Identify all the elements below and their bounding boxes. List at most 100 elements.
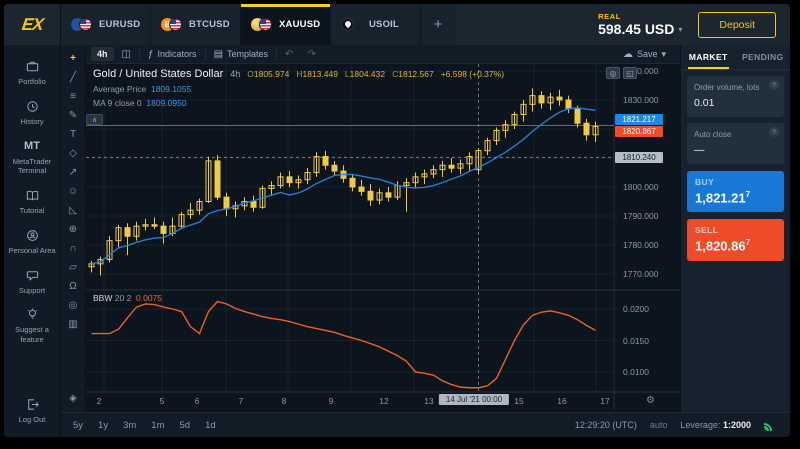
zoom-in-tool[interactable]: ⊕: [64, 221, 83, 237]
range-button-5d[interactable]: 5d: [180, 420, 191, 431]
tab-eurusd[interactable]: EURUSD: [61, 4, 151, 45]
templates-button[interactable]: ▤ Templates: [208, 47, 274, 62]
pattern-tool[interactable]: ◇: [64, 145, 83, 161]
tab-label: XAUUSD: [279, 19, 320, 30]
x-axis-label: 12: [379, 396, 388, 406]
bbw-indicator-legend: BBW 20 2 0.0075: [93, 293, 162, 303]
measure-tool[interactable]: ◺: [64, 202, 83, 218]
brush-tool[interactable]: ✎: [64, 107, 83, 123]
range-button-1d[interactable]: 1d: [205, 420, 216, 431]
add-instrument-tab-button[interactable]: +: [421, 4, 455, 45]
broker-logo[interactable]: EX: [4, 4, 61, 45]
oil-drop-icon: [343, 20, 351, 28]
price-chart[interactable]: Gold / United States Dollar 4h O1805.974…: [86, 64, 680, 412]
crosshair-tool[interactable]: +: [64, 50, 83, 66]
tab-btcusd[interactable]: B BTCUSD: [151, 4, 241, 45]
position-tool[interactable]: ↗: [64, 164, 83, 180]
lock-drawings-tool[interactable]: Ω: [64, 278, 83, 294]
indicators-button[interactable]: ƒ Indicators: [142, 47, 203, 62]
x-axis-label: 6: [195, 396, 200, 406]
emoji-tool[interactable]: ☺: [64, 183, 83, 199]
ohlc-close: C1812.567: [392, 69, 434, 79]
symbol-title: Gold / United States Dollar: [93, 68, 223, 80]
chart-area: 4h ◫ ƒ Indicators ▤ Templates: [86, 45, 680, 412]
fullscreen-button[interactable]: ◱: [623, 67, 637, 79]
auto-close-help-icon[interactable]: ?: [769, 127, 779, 137]
date-range-buttons: 5y 1y 3m 1m 5d 1d: [73, 420, 216, 431]
sidebar-item-portfolio[interactable]: Portfolio: [4, 53, 60, 93]
sell-price: 1,820.867: [695, 238, 776, 253]
tab-usoil[interactable]: USOIL: [331, 4, 421, 45]
x-axis-label: 2: [97, 396, 102, 406]
price-axis-label: 0.0150: [623, 336, 649, 346]
auto-close-field[interactable]: Auto close — ?: [687, 123, 784, 164]
tab-label: EURUSD: [99, 19, 140, 30]
range-button-5y[interactable]: 5y: [73, 420, 83, 431]
tab-market[interactable]: MARKET: [681, 45, 736, 69]
text-tool[interactable]: T: [64, 126, 83, 142]
book-icon: [25, 188, 40, 203]
screenshot-button[interactable]: ◎: [606, 67, 620, 79]
buy-button[interactable]: BUY 1,821.217: [687, 171, 784, 212]
sidebar-item-suggest-feature[interactable]: Suggest a feature: [4, 301, 60, 351]
crosshair-date-tag: 14 Jul '21 00:00: [439, 394, 509, 405]
drawing-toolbar: + ╱ ≡ ✎ T ◇ ↗ ☺ ◺ ⊕ ∩ ▱ Ω ◎ ▥ ◈: [61, 45, 86, 412]
sidebar-item-support[interactable]: Support: [4, 262, 60, 302]
save-layout-button[interactable]: ☁ Save ▾: [617, 47, 672, 62]
chart-toolbar: 4h ◫ ƒ Indicators ▤ Templates: [86, 45, 680, 64]
chart-plot[interactable]: [86, 64, 680, 410]
range-button-1m[interactable]: 1m: [151, 420, 164, 431]
axis-settings-gear-icon[interactable]: ⚙: [646, 395, 655, 406]
x-axis-label: 5: [160, 396, 165, 406]
undo-button[interactable]: ↶: [279, 47, 299, 62]
magnet-tool[interactable]: ∩: [64, 240, 83, 256]
tab-label: USOIL: [369, 19, 399, 30]
hide-drawings-tool[interactable]: ◎: [64, 297, 83, 313]
delete-drawings-tool[interactable]: ▥: [64, 316, 83, 332]
sidebar-item-personal-area[interactable]: Personal Area: [4, 222, 60, 262]
x-axis-label: 8: [282, 396, 287, 406]
broker-logo-icon: EX: [20, 15, 43, 35]
order-volume-field[interactable]: Order volume, lots 0.01 ?: [687, 76, 784, 117]
deposit-button[interactable]: Deposit: [698, 12, 776, 38]
order-volume-value[interactable]: 0.01: [694, 97, 777, 109]
account-balance[interactable]: REAL 598.45 USD ▾: [598, 4, 682, 45]
timeframe-button[interactable]: 4h: [91, 47, 114, 61]
volume-help-icon[interactable]: ?: [769, 80, 779, 90]
sell-price-tag: 1820.867: [615, 126, 663, 137]
top-bar: EX EURUSD B BTCUSD XAUUSD USOIL +: [4, 4, 790, 45]
sidebar-item-history[interactable]: History: [4, 93, 60, 133]
x-axis-label: 17: [600, 396, 609, 406]
chat-bubble-icon: [25, 268, 40, 283]
undo-icon: ↶: [285, 49, 293, 60]
drawing-mode-tool[interactable]: ▱: [64, 259, 83, 275]
trendline-tool[interactable]: ╱: [64, 69, 83, 85]
redo-icon: ↷: [307, 49, 315, 60]
price-axis-label: 1830.000: [623, 95, 658, 105]
x-axis-label: 13: [424, 396, 433, 406]
range-button-3m[interactable]: 3m: [123, 420, 136, 431]
sidebar-item-logout[interactable]: Log Out: [4, 391, 60, 431]
person-icon: [25, 228, 40, 243]
tab-xauusd[interactable]: XAUUSD: [241, 4, 331, 45]
sidebar-item-metatrader-terminal[interactable]: MT MetaTrader Terminal: [4, 133, 60, 183]
price-axis-label: 0.0200: [623, 304, 649, 314]
collapse-legend-button[interactable]: ∧: [86, 114, 103, 125]
account-type-badge: REAL: [598, 12, 621, 21]
average-price-row: Average Price 1809.1055: [93, 84, 504, 94]
logout-icon: [25, 397, 40, 412]
tab-pending[interactable]: PENDING: [736, 45, 791, 69]
object-tree[interactable]: ◈: [64, 390, 83, 406]
x-axis-label: 15: [514, 396, 523, 406]
candle-style-button[interactable]: ◫: [116, 47, 137, 62]
fib-retracement-tool[interactable]: ≡: [64, 88, 83, 104]
chevron-down-icon: ▾: [661, 49, 666, 60]
eurusd-pair-icon: [71, 18, 92, 32]
redo-button[interactable]: ↷: [301, 47, 321, 62]
sidebar-item-tutorial[interactable]: Tutorial: [4, 182, 60, 222]
auto-close-value[interactable]: —: [694, 144, 777, 156]
order-panel: MARKET PENDING Order volume, lots 0.01 ?…: [680, 45, 790, 412]
timezone-mode-button[interactable]: auto: [650, 420, 668, 430]
sell-button[interactable]: SELL 1,820.867: [687, 219, 784, 260]
range-button-1y[interactable]: 1y: [98, 420, 108, 431]
